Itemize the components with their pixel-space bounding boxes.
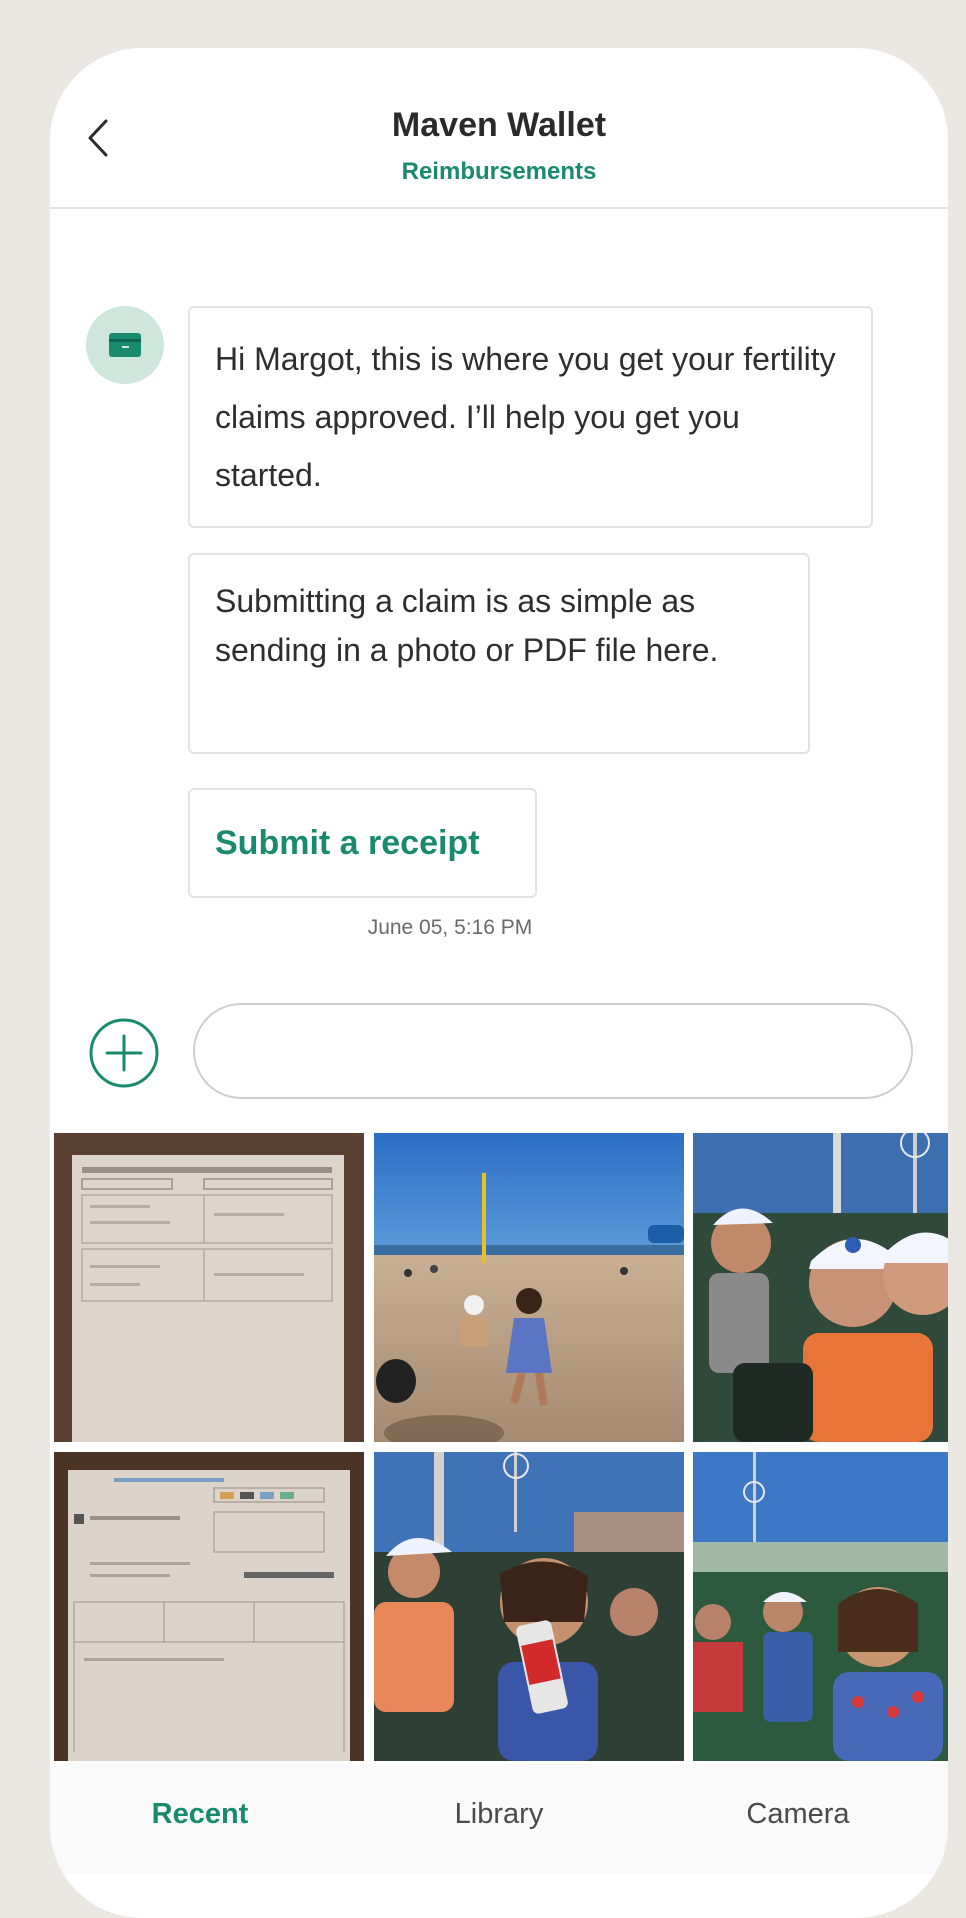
tab-library[interactable]: Library [349, 1764, 649, 1864]
page-title: Maven Wallet [391, 106, 607, 144]
ballpark-image [693, 1452, 948, 1761]
beach-image [374, 1133, 684, 1442]
wallet-avatar [86, 306, 164, 384]
photo-thumbnail-ballpark[interactable] [374, 1452, 684, 1761]
ballpark-image [693, 1133, 948, 1442]
photo-thumbnail-beach[interactable] [374, 1133, 684, 1442]
chat-message: Submitting a claim is as simple as sendi… [188, 553, 810, 754]
tab-camera[interactable]: Camera [648, 1764, 948, 1864]
plus-circle-icon [89, 1018, 159, 1088]
top-nav-bar: Maven Wallet Reimbursements [50, 48, 948, 209]
photo-thumbnail-receipt[interactable] [54, 1133, 364, 1442]
page-subtitle: Reimbursements [401, 158, 597, 185]
message-timestamp: June 05, 5:16 PM [367, 916, 533, 939]
wallet-card-icon [109, 333, 141, 357]
tab-recent[interactable]: Recent [50, 1764, 350, 1864]
receipt-image [54, 1452, 364, 1761]
chat-message: Hi Margot, this is where you get your fe… [188, 306, 873, 528]
message-input[interactable] [193, 1003, 913, 1099]
ballpark-image [374, 1452, 684, 1761]
receipt-image [54, 1133, 364, 1442]
add-attachment-button[interactable] [88, 1017, 160, 1089]
submit-receipt-button[interactable]: Submit a receipt [188, 788, 537, 898]
photo-thumbnail-receipt[interactable] [54, 1452, 364, 1761]
photo-thumbnail-ballpark[interactable] [693, 1452, 948, 1761]
phone-screen: Maven Wallet Reimbursements Hi Margot, t… [50, 48, 948, 1918]
photo-thumbnail-ballpark[interactable] [693, 1133, 948, 1442]
media-source-tabs: Recent Library Camera [50, 1764, 948, 1874]
